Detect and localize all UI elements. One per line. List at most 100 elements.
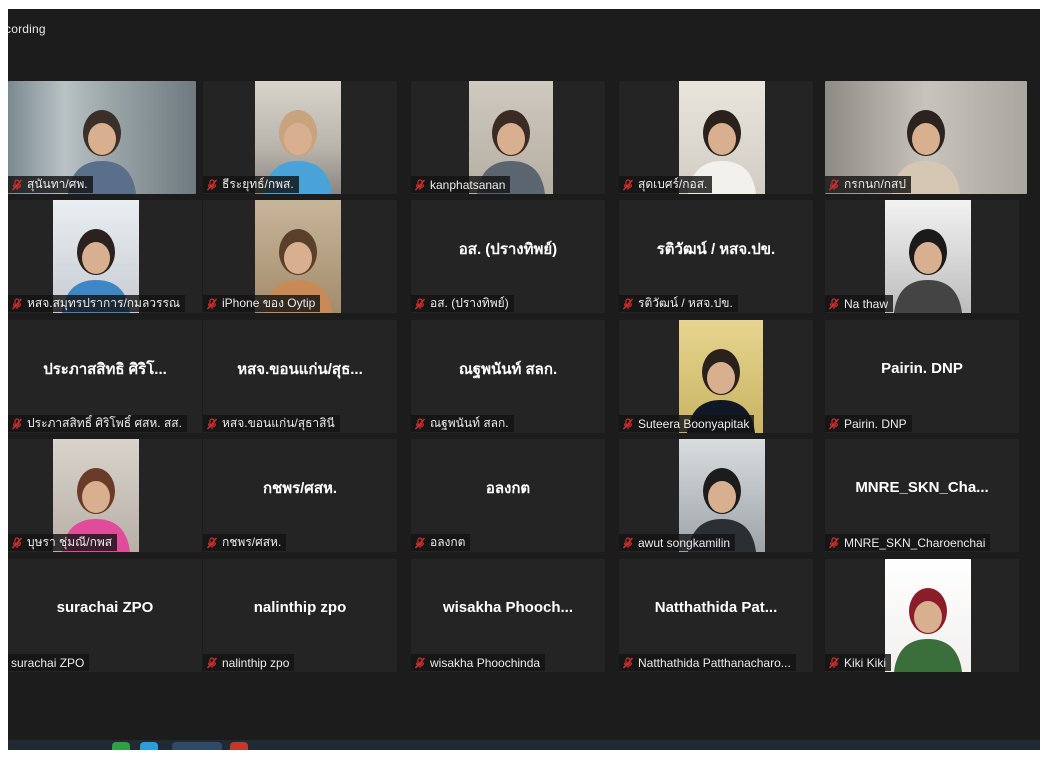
participant-tile[interactable]: surachai ZPO surachai ZPO [8,559,202,672]
participant-name: อส. (ปรางทิพย์) [430,296,509,310]
participant-name: ธีระยุทธ์/กพส. [222,177,294,191]
taskbar-app-icon[interactable] [172,742,222,750]
participant-tile[interactable]: Na thaw [825,200,1019,313]
participant-tile[interactable]: หสจ.สมุทรปราการ/กมลวรรณ [8,200,202,313]
mic-muted-icon [414,178,426,190]
mic-muted-icon [622,417,634,429]
participant-tile[interactable]: ประภาสสิทธิ ศิริโ... ประภาสสิทธิ์ ศิริโพธ… [8,320,202,433]
participant-name: iPhone ของ Oytip [222,296,316,310]
participant-name: บุษรา ชุ่มณี/กพส [27,535,113,549]
mic-muted-icon [11,297,23,309]
mic-muted-icon [622,656,634,668]
participant-nameplate: wisakha Phoochinda [411,654,546,671]
participant-name: Natthathida Patthanacharo... [638,655,791,670]
participant-name: Pairin. DNP [844,416,907,431]
participant-name: surachai ZPO [11,655,85,670]
taskbar-app-icon[interactable] [140,742,158,750]
participant-name: wisakha Phoochinda [430,655,541,670]
person-silhouette [894,229,962,313]
participant-nameplate: Suteera Boonyapitak [619,415,755,432]
mic-muted-icon [622,297,634,309]
participant-nameplate: awut songkamilin [619,534,736,551]
mic-muted-icon [11,178,23,190]
participant-tile[interactable]: kanphatsanan [411,81,605,194]
mic-muted-icon [828,297,840,309]
mic-muted-icon [414,417,426,429]
mic-muted-icon [414,536,426,548]
mic-muted-icon [206,536,218,548]
participant-display-name: หสจ.ขอนแก่น/สุธ... [237,360,363,378]
participant-nameplate: Kiki Kiki [825,654,892,671]
participant-name: ประภาสสิทธิ์ ศิริโพธิ์ ศสห. สส. [27,416,182,430]
participant-nameplate: กชพร/ศสห. [203,534,287,551]
participant-nameplate: Natthathida Patthanacharo... [619,654,796,671]
participant-display-name: Natthathida Pat... [654,599,778,616]
participant-nameplate: กรกนก/กสป [825,176,911,193]
participant-name: สุดเบศร์/กอส. [638,177,708,191]
participant-tile[interactable]: สุดเบศร์/กอส. [619,81,813,194]
mic-muted-icon [828,536,840,548]
participant-tile[interactable]: รติวัฒน์ / หสจ.ปข. รติวัฒน์ / หสจ.ปข. [619,200,813,313]
mic-muted-icon [414,656,426,668]
participant-name: ณฐพนันท์ สลก. [430,416,509,430]
participant-tile[interactable]: wisakha Phooch... wisakha Phoochinda [411,559,605,672]
mic-muted-icon [206,417,218,429]
participant-tile[interactable]: iPhone ของ Oytip [203,200,397,313]
mic-muted-icon [206,297,218,309]
participant-nameplate: MNRE_SKN_Charoenchai [825,534,991,551]
participant-tile[interactable]: Natthathida Pat... Natthathida Patthanach… [619,559,813,672]
participant-tile[interactable]: กรกนก/กสป [825,81,1027,194]
participant-video [885,200,971,313]
participant-nameplate: รติวัฒน์ / หสจ.ปข. [619,295,738,312]
participant-name: หสจ.สมุทรปราการ/กมลวรรณ [27,296,181,310]
participant-name: nalinthip zpo [222,655,290,670]
participant-name: กรกนก/กสป [844,177,906,191]
person-silhouette [894,588,962,672]
participant-tile[interactable]: nalinthip zpo nalinthip zpo [203,559,397,672]
mic-muted-icon [414,297,426,309]
participant-nameplate: สุนันทา/ศพ. [8,176,93,193]
participant-display-name: wisakha Phooch... [442,599,574,616]
participant-tile[interactable]: สุนันทา/ศพ. [8,81,196,194]
participant-tile[interactable]: หสจ.ขอนแก่น/สุธ... หสจ.ขอนแก่น/สุธาสินี [203,320,397,433]
participant-name: Suteera Boonyapitak [638,416,750,431]
participant-tile[interactable]: กชพร/ศสห. กชพร/ศสห. [203,439,397,552]
participant-nameplate: สุดเบศร์/กอส. [619,176,713,193]
participant-nameplate: nalinthip zpo [203,654,295,671]
participant-nameplate: บุษรา ชุ่มณี/กพส [8,534,118,551]
mic-muted-icon [206,178,218,190]
participant-display-name: ณฐพนันท์ สลก. [458,360,558,378]
taskbar [8,740,1040,750]
participant-tile[interactable]: อส. (ปรางทิพย์) อส. (ปรางทิพย์) [411,200,605,313]
recording-label: cording [8,22,46,36]
participant-name: รติวัฒน์ / หสจ.ปข. [638,296,733,310]
participant-name: awut songkamilin [638,535,731,550]
participant-nameplate: surachai ZPO [8,654,90,671]
participant-tile[interactable]: awut songkamilin [619,439,813,552]
participant-tile[interactable]: MNRE_SKN_Cha... MNRE_SKN_Charoenchai [825,439,1019,552]
mic-muted-icon [828,417,840,429]
participant-display-name: อลงกต [485,479,531,497]
participant-tile[interactable]: ธีระยุทธ์/กพส. [203,81,397,194]
participant-video [885,559,971,672]
participant-nameplate: Pairin. DNP [825,415,912,432]
mic-muted-icon [828,656,840,668]
taskbar-app-icon[interactable] [230,742,248,750]
meeting-window: cording สุนันทา/ศพ. ธีระยุทธ์/กพส. kanphat… [8,9,1040,750]
participant-name: กชพร/ศสห. [222,535,282,549]
participant-nameplate: Na thaw [825,295,894,312]
participant-name: kanphatsanan [430,177,506,192]
participant-nameplate: ประภาสสิทธิ์ ศิริโพธิ์ ศสห. สส. [8,415,187,432]
participant-tile[interactable]: อลงกต อลงกต [411,439,605,552]
participant-tile[interactable]: ณฐพนันท์ สลก. ณฐพนันท์ สลก. [411,320,605,433]
participant-tile[interactable]: Pairin. DNP Pairin. DNP [825,320,1019,433]
participant-display-name: nalinthip zpo [253,599,347,616]
participant-tile[interactable]: Suteera Boonyapitak [619,320,813,433]
participant-nameplate: iPhone ของ Oytip [203,295,321,312]
participant-nameplate: อส. (ปรางทิพย์) [411,295,514,312]
mic-muted-icon [11,536,23,548]
taskbar-app-icon[interactable] [112,742,130,750]
participant-tile[interactable]: บุษรา ชุ่มณี/กพส [8,439,202,552]
participant-display-name: รติวัฒน์ / หสจ.ปข. [656,240,776,258]
participant-tile[interactable]: Kiki Kiki [825,559,1019,672]
